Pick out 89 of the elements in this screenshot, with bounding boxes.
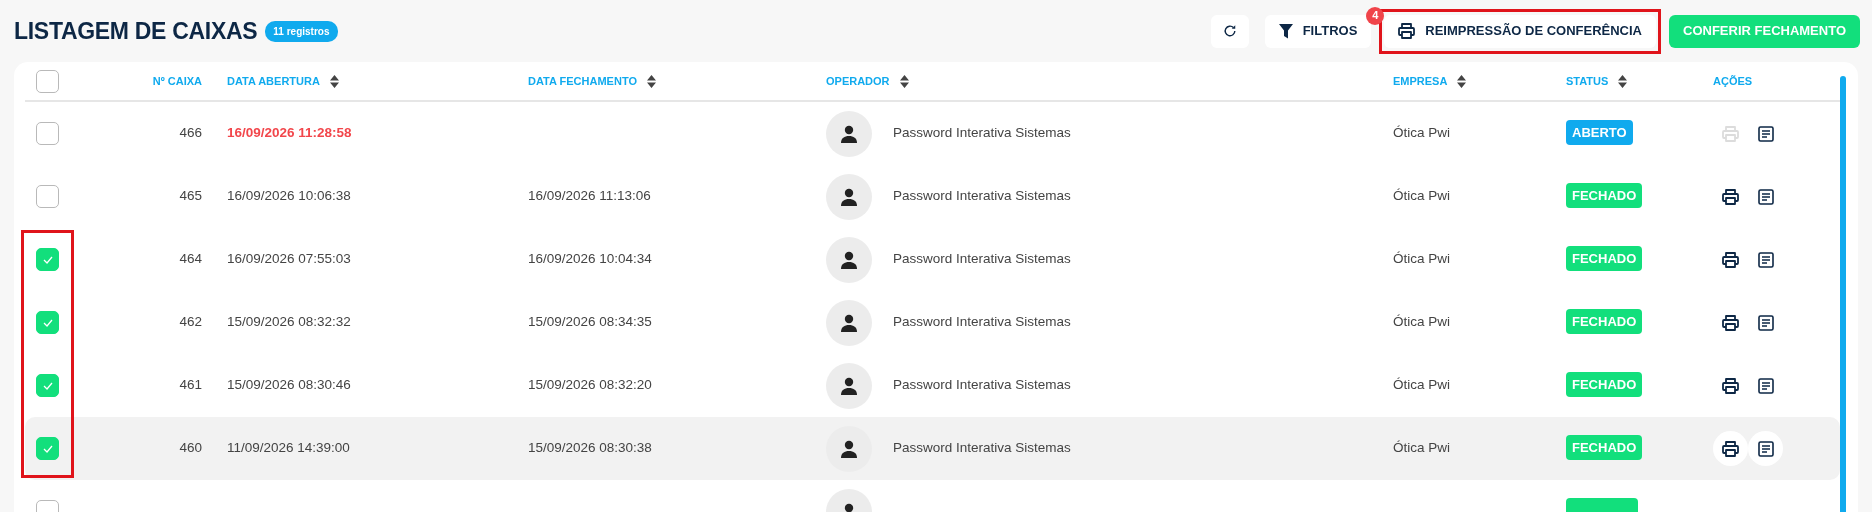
- document-icon: [1757, 314, 1774, 331]
- sort-icon[interactable]: [647, 74, 656, 88]
- operator-name: Password Interativa Sistemas: [893, 250, 1071, 269]
- check-icon: [42, 381, 53, 390]
- check-icon: [42, 318, 53, 327]
- check-icon: [42, 255, 53, 264]
- column-header[interactable]: OPERADOR: [826, 72, 890, 90]
- row-checkbox[interactable]: [36, 185, 59, 208]
- check-icon: [42, 444, 53, 453]
- closing-date: 15/09/2026 08:30:38: [528, 440, 652, 456]
- person-icon: [840, 250, 858, 269]
- cashier-number: 461: [179, 377, 202, 393]
- cashier-number: 462: [179, 314, 202, 330]
- status-tag: FECHADO: [1566, 183, 1643, 209]
- select-all-checkbox[interactable]: [36, 69, 59, 93]
- operator-name: Password Interativa Sistemas: [893, 376, 1071, 395]
- filter-icon: [1278, 23, 1293, 39]
- person-icon: [840, 124, 858, 143]
- print-button[interactable]: [1713, 431, 1748, 466]
- closing-date: 15/09/2026 08:34:35: [528, 314, 652, 330]
- refresh-icon: [1222, 24, 1237, 38]
- printer-icon: [1722, 188, 1739, 205]
- column-header: Nº CAIXA: [152, 74, 202, 87]
- row-checkbox[interactable]: [36, 122, 59, 145]
- sort-icon[interactable]: [329, 74, 339, 88]
- printer-icon: [1398, 23, 1416, 39]
- document-icon: [1757, 251, 1774, 268]
- printer-icon: [1722, 125, 1739, 142]
- person-icon: [840, 439, 858, 458]
- status-tag: ABERTO: [1566, 120, 1633, 146]
- opening-date: 15/09/2026 08:32:32: [227, 314, 351, 330]
- closing-date: 16/09/2026 11:13:06: [528, 188, 651, 204]
- sort-icon[interactable]: [899, 74, 909, 88]
- column-header[interactable]: DATA ABERTURA: [227, 72, 320, 90]
- company-name: Ótica Pwi: [1393, 188, 1450, 204]
- cashier-number: 465: [179, 188, 202, 204]
- operator-name: Password Interativa Sistemas: [893, 187, 1071, 206]
- person-icon: [840, 313, 858, 332]
- column-header[interactable]: DATA FECHAMENTO: [528, 72, 637, 90]
- cashier-number: 460: [179, 440, 202, 456]
- printer-icon: [1722, 440, 1739, 457]
- record-count: 11 registros: [265, 20, 338, 42]
- page-title: LISTAGEM DE CAIXAS: [14, 16, 258, 46]
- reprint-button[interactable]: REIMPRESSÃO DE CONFERÊNCIA: [1384, 14, 1656, 48]
- opening-date: 16/09/2026 10:06:38: [227, 188, 351, 204]
- filter-button[interactable]: FILTROS: [1264, 14, 1372, 48]
- status-tag: FECHADO: [1566, 246, 1643, 272]
- company-name: Ótica Pwi: [1393, 125, 1450, 141]
- details-button[interactable]: [1748, 431, 1783, 466]
- printer-icon: [1722, 314, 1739, 331]
- person-icon: [840, 376, 858, 395]
- printer-icon: [1722, 377, 1739, 394]
- operator-name: Password Interativa Sistemas: [893, 124, 1071, 143]
- column-header: AÇÕES: [1713, 73, 1753, 89]
- company-name: Ótica Pwi: [1393, 314, 1450, 330]
- closing-date: 15/09/2026 08:32:20: [528, 377, 652, 393]
- company-name: Ótica Pwi: [1393, 440, 1450, 456]
- printer-icon: [1722, 251, 1739, 268]
- closing-date: 16/09/2026 10:04:34: [528, 251, 652, 267]
- column-header[interactable]: STATUS: [1566, 72, 1609, 90]
- notification-badge: 4: [1366, 6, 1385, 25]
- sort-icon[interactable]: [1618, 74, 1628, 88]
- document-icon: [1757, 377, 1774, 394]
- opening-date: 16/09/2026 11:28:58: [227, 125, 352, 141]
- cashier-number: 464: [179, 251, 202, 267]
- person-icon: [840, 187, 858, 206]
- cashier-number: 466: [179, 125, 202, 141]
- opening-date: 15/09/2026 08:30:46: [227, 377, 351, 393]
- status-tag: FECHADO: [1566, 435, 1643, 461]
- document-icon: [1757, 125, 1774, 142]
- company-name: Ótica Pwi: [1393, 251, 1450, 267]
- row-checkbox[interactable]: [36, 311, 59, 334]
- opening-date: 16/09/2026 07:55:03: [227, 251, 351, 267]
- row-checkbox[interactable]: [36, 374, 59, 397]
- confirm-closing-button[interactable]: CONFERIR FECHAMENTO: [1669, 14, 1860, 48]
- document-icon: [1757, 188, 1774, 205]
- sort-icon[interactable]: [1457, 74, 1467, 88]
- status-tag: FECHADO: [1566, 372, 1643, 398]
- company-name: Ótica Pwi: [1393, 377, 1450, 393]
- operator-name: Password Interativa Sistemas: [893, 439, 1071, 458]
- operator-name: Password Interativa Sistemas: [893, 313, 1071, 332]
- row-checkbox[interactable]: [36, 248, 59, 271]
- scrollbar[interactable]: [1840, 76, 1846, 512]
- document-icon: [1757, 440, 1774, 457]
- opening-date: 11/09/2026 14:39:00: [227, 440, 350, 456]
- status-tag: FECHADO: [1566, 309, 1643, 335]
- row-checkbox[interactable]: [36, 437, 59, 460]
- refresh-button[interactable]: [1210, 14, 1249, 48]
- column-header[interactable]: EMPRESA: [1393, 72, 1448, 90]
